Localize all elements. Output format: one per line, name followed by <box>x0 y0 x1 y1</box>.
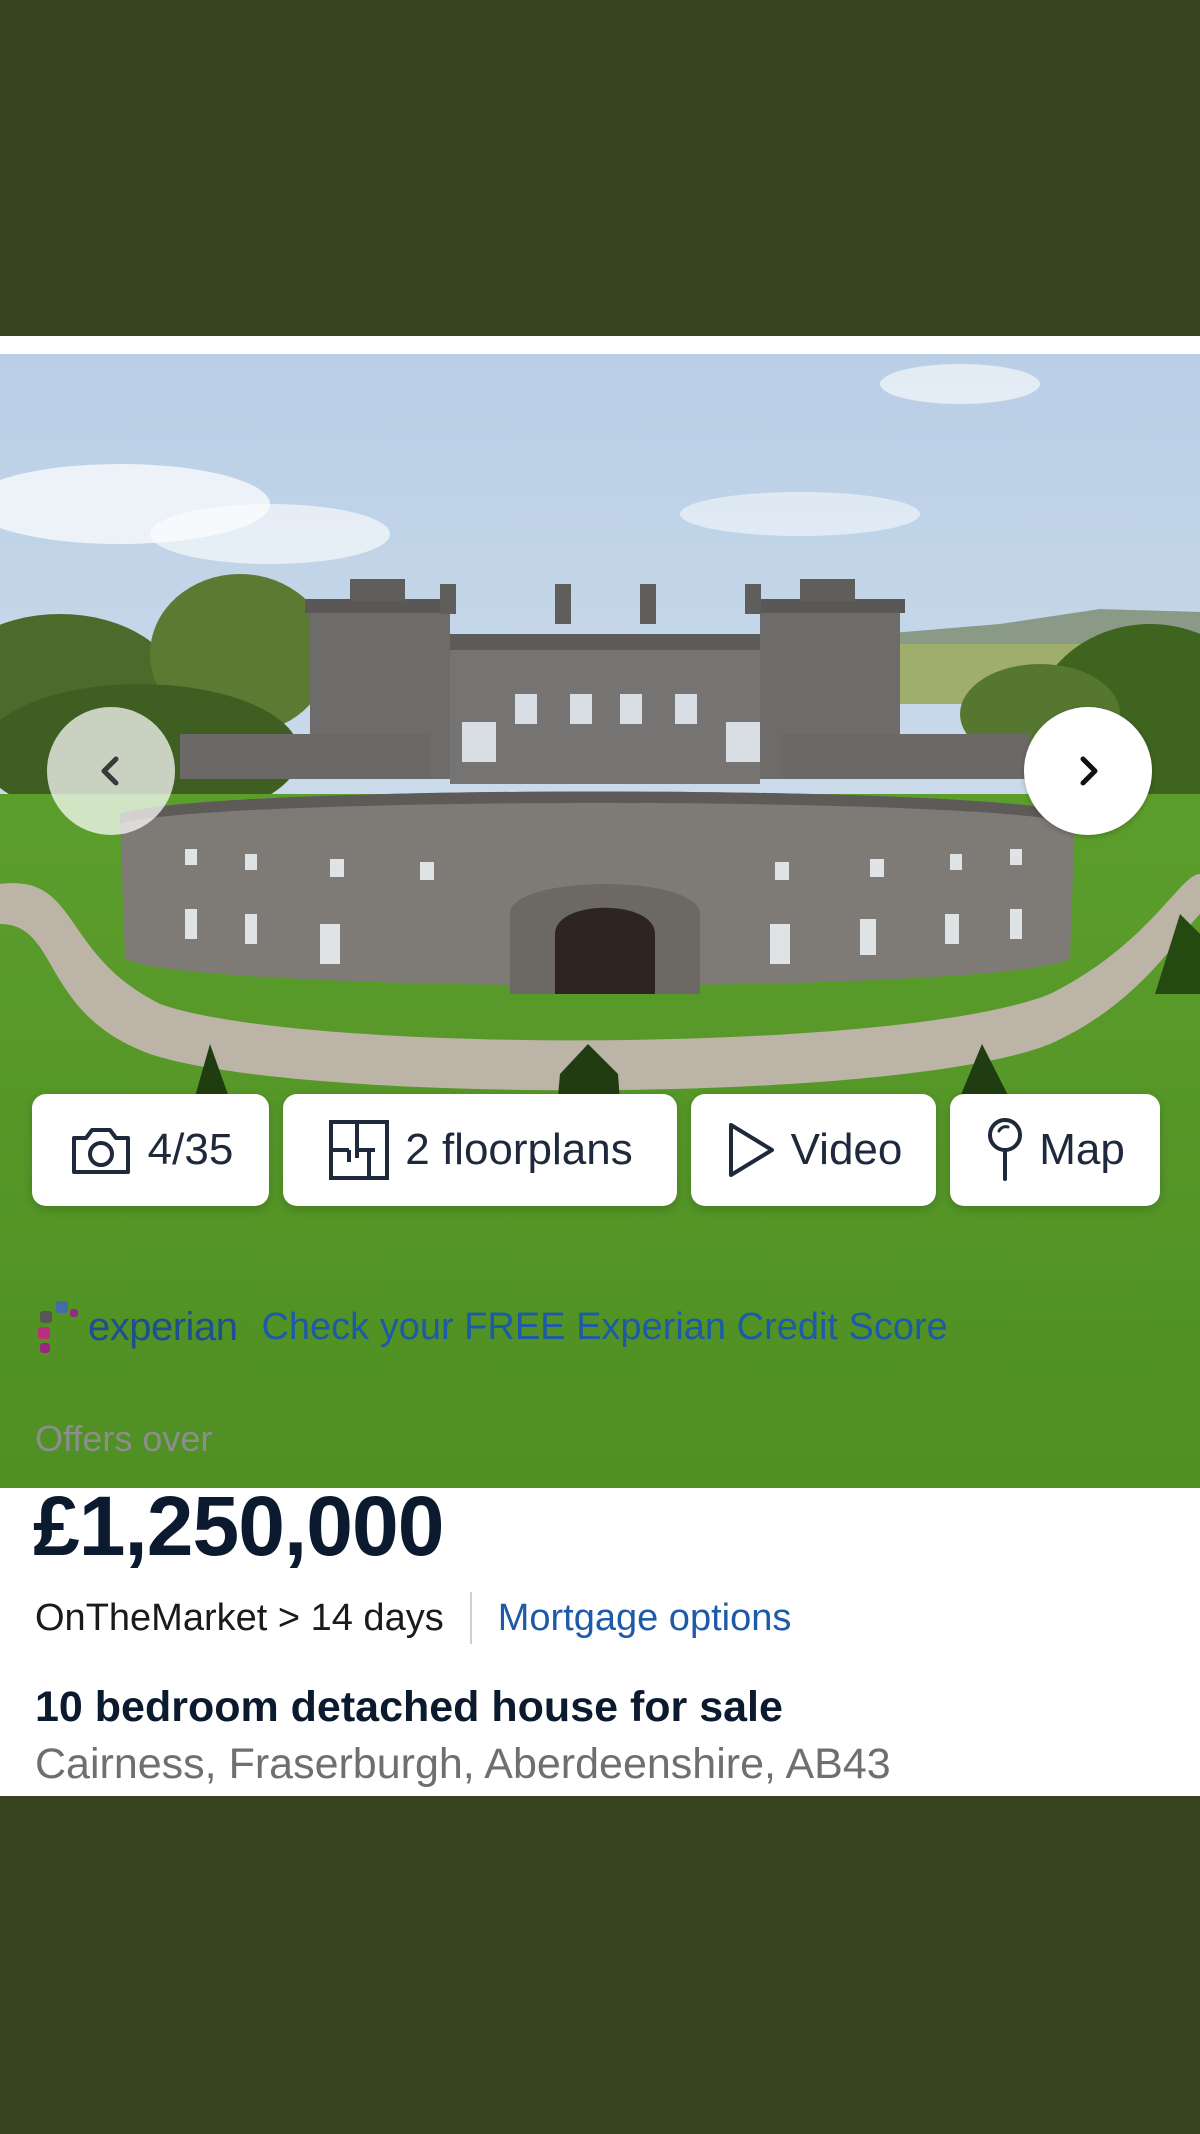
camera-icon <box>71 1128 130 1174</box>
floorplans-button[interactable]: 2 floorplans <box>283 1094 677 1206</box>
map-button[interactable]: Map <box>950 1094 1160 1206</box>
market-info: OnTheMarket > 14 days <box>35 1596 444 1639</box>
play-icon <box>728 1123 774 1177</box>
map-pin-icon <box>988 1118 1023 1181</box>
meta-divider <box>469 1592 472 1644</box>
mortgage-options-link[interactable]: Mortgage options <box>498 1597 792 1640</box>
experian-promo[interactable]: experian Check your FREE Experian Credit… <box>34 1292 948 1362</box>
media-toolbar: 4/35 2 floorplans Video Map <box>0 1094 1200 1210</box>
floorplan-icon <box>329 1120 390 1180</box>
video-button[interactable]: Video <box>691 1094 936 1206</box>
experian-wordmark: experian <box>88 1304 238 1349</box>
chevron-right-icon <box>1080 756 1098 786</box>
previous-photo-button[interactable] <box>47 707 175 835</box>
credit-score-link[interactable]: Check your FREE Experian Credit Score <box>261 1306 947 1349</box>
photo-counter: 4/35 <box>147 1125 234 1174</box>
floorplans-label: 2 floorplans <box>405 1125 633 1174</box>
chevron-left-icon <box>101 756 119 786</box>
photos-button[interactable]: 4/35 <box>32 1094 269 1206</box>
listing-card: 4/35 2 floorplans Video Map experian Che… <box>0 336 1200 1796</box>
property-title: 10 bedroom detached house for sale <box>35 1683 783 1731</box>
next-photo-button[interactable] <box>1024 707 1152 835</box>
video-label: Video <box>790 1125 903 1174</box>
map-label: Map <box>1039 1125 1125 1174</box>
listing-meta: OnTheMarket > 14 days Mortgage options <box>35 1590 791 1646</box>
price: £1,250,000 <box>33 1479 444 1573</box>
property-address: Cairness, Fraserburgh, Aberdeenshire, AB… <box>35 1740 891 1788</box>
experian-logo <box>34 1295 92 1359</box>
price-qualifier: Offers over <box>35 1418 213 1459</box>
